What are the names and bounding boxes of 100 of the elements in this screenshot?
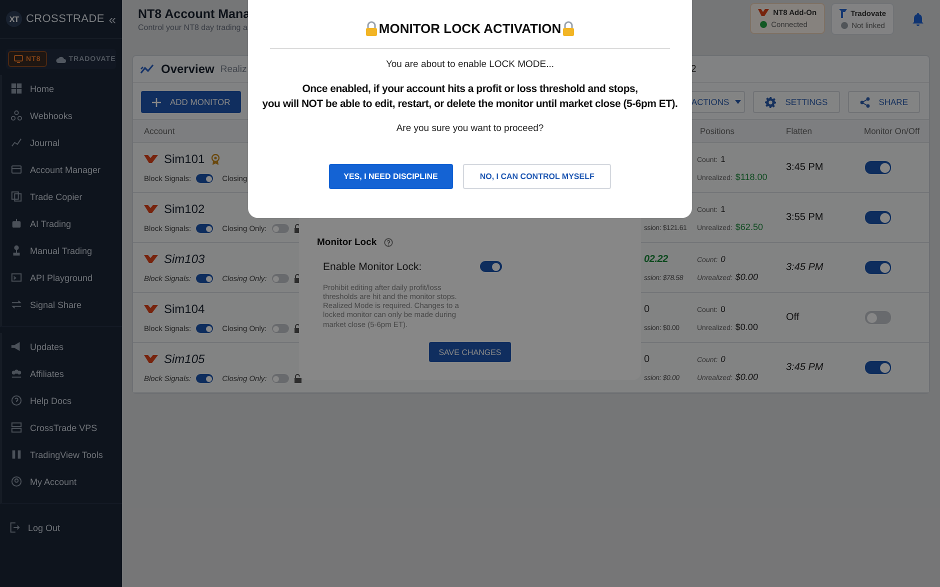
table-cell: 1 <box>720 154 726 164</box>
table-cell: $62.50 <box>735 222 763 232</box>
table-cell: $0.00 <box>735 272 758 282</box>
account-name[interactable]: Sim103 <box>164 252 205 266</box>
lock-icon <box>364 21 378 36</box>
settings-button[interactable]: SETTINGS <box>753 91 840 113</box>
toggle-switch[interactable] <box>865 211 891 224</box>
nodes-icon <box>11 110 22 121</box>
page-subtitle: Control your NT8 day trading a <box>138 23 248 32</box>
table-cell: 3:55 PM <box>786 212 824 223</box>
logo-icon <box>144 205 158 213</box>
section-title: Monitor Lock <box>317 236 377 248</box>
logo-badge: XT <box>6 11 22 27</box>
column-header: Flatten <box>786 126 812 136</box>
cloud-icon <box>56 56 66 62</box>
toggle-label: Enable Monitor Lock: <box>323 260 422 273</box>
tab-label[interactable]: Realiz <box>220 64 247 74</box>
dialog-question: Are you sure you want to proceed? <box>396 123 544 134</box>
bell-icon[interactable] <box>912 13 924 26</box>
table-cell: $118.00 <box>735 172 768 182</box>
table-cell: $0.00 <box>735 322 758 332</box>
nav-item[interactable]: Help Docs <box>2 387 122 414</box>
dialog-title: MONITOR LOCK ACTIVATION <box>378 21 562 36</box>
toggle-switch[interactable] <box>480 261 502 272</box>
logo-icon <box>758 9 770 16</box>
nav-item[interactable]: Affiliates <box>2 360 122 387</box>
nav-item[interactable]: Account Manager <box>2 156 122 183</box>
table-cell: 3:45 PM <box>786 362 824 373</box>
toggle-switch[interactable] <box>272 374 289 383</box>
exit-icon <box>9 522 20 533</box>
account-name[interactable]: Sim105 <box>164 352 205 366</box>
table-cell: 1 <box>720 204 726 214</box>
table-cell: 3:45 PM <box>786 162 824 173</box>
help-icon[interactable] <box>384 238 393 247</box>
logo-icon <box>144 255 158 263</box>
nav-item[interactable]: Manual Trading <box>2 237 122 264</box>
column-header: Positions <box>700 126 734 136</box>
nav-item[interactable]: Signal Share <box>2 291 122 318</box>
nav-item[interactable]: Home <box>2 75 122 102</box>
plus-icon <box>152 98 161 106</box>
megaphone-icon <box>11 341 22 352</box>
column-header: Monitor On/Off <box>864 126 920 136</box>
lock-icon[interactable] <box>294 374 302 383</box>
bars-icon <box>11 449 22 460</box>
toggle-switch[interactable] <box>865 361 891 374</box>
nav-item[interactable]: My Account <box>2 468 122 495</box>
nav-item[interactable]: Log Out <box>0 514 122 541</box>
chart-icon <box>11 137 22 148</box>
toggle-switch[interactable] <box>865 261 891 274</box>
flag-icon <box>838 8 847 18</box>
nav-item[interactable]: Webhooks <box>2 102 122 129</box>
add-monitor-button[interactable]: ADD MONITOR <box>141 91 242 113</box>
trend-icon <box>140 64 155 74</box>
toggle-switch[interactable] <box>272 324 289 333</box>
account-name[interactable]: Sim104 <box>164 302 205 316</box>
terminal-icon <box>11 272 22 283</box>
account-name[interactable]: Sim101 <box>164 152 205 166</box>
table-cell: 0 <box>720 304 726 314</box>
confirm-button[interactable]: YES, I NEED DISCIPLINE <box>328 164 453 189</box>
caret-icon <box>735 100 742 104</box>
toggle-switch[interactable] <box>272 274 289 283</box>
toggle-switch[interactable] <box>272 224 289 233</box>
logo-icon <box>144 305 158 313</box>
monitor-icon <box>14 55 23 63</box>
table-cell: Off <box>786 312 800 323</box>
table-cell: 3:45 PM <box>786 262 824 273</box>
server-icon <box>11 422 22 433</box>
toggle-switch[interactable] <box>196 174 214 183</box>
collapse-button[interactable]: « <box>108 12 116 26</box>
toggle-switch[interactable] <box>865 161 891 174</box>
account-name[interactable]: Sim102 <box>164 202 205 216</box>
nav-item[interactable]: Trade Copier <box>2 183 122 210</box>
help-icon <box>11 395 22 406</box>
swap-icon <box>11 299 22 310</box>
grid-icon <box>11 83 22 94</box>
nav-item[interactable]: CrossTrade VPS <box>2 414 122 441</box>
nav-item[interactable]: Updates <box>2 333 122 360</box>
table-cell-text: 0 <box>644 304 650 314</box>
warning-text: Once enabled, if your account hits a profit or loss threshold and stops, you will NOT be able to edit, restart, or delete the monitor until market close (5-6pm ET). <box>262 82 678 112</box>
share-button[interactable]: SHARE <box>848 91 920 113</box>
cancel-button[interactable]: NO, I CAN CONTROL MYSELF <box>462 164 612 189</box>
nav-item[interactable]: API Playground <box>2 264 122 291</box>
section-title: Overview <box>161 62 214 76</box>
brand-name: CROSSTRADE <box>26 13 104 25</box>
card-icon <box>11 164 22 175</box>
logo-icon <box>144 155 158 163</box>
toggle-switch[interactable] <box>196 274 214 283</box>
save-changes-button[interactable]: SAVE CHANGES <box>428 342 512 362</box>
nav-item[interactable]: TradingView Tools <box>2 441 122 468</box>
nav-item[interactable]: AI Trading <box>2 210 122 237</box>
joystick-icon <box>11 245 22 256</box>
lock-icon <box>562 21 576 36</box>
toggle-switch[interactable] <box>196 374 214 383</box>
nav-item[interactable]: Journal <box>2 129 122 156</box>
table-cell: 0 <box>720 354 726 364</box>
table-cell-text: 0 <box>644 354 650 364</box>
share-icon <box>860 96 870 108</box>
toggle-switch[interactable] <box>196 224 214 233</box>
toggle-switch[interactable] <box>196 324 214 333</box>
toggle-switch[interactable] <box>865 311 891 324</box>
